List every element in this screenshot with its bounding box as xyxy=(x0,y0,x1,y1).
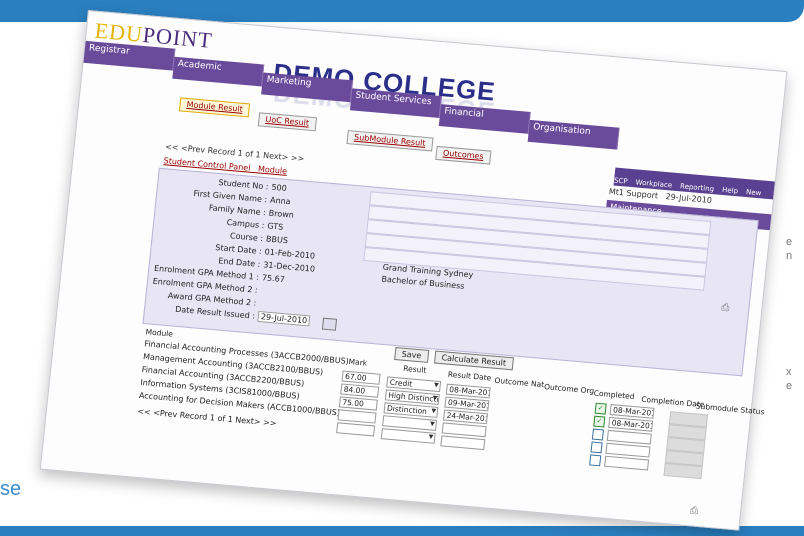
field-value: GTS xyxy=(266,221,284,232)
link-module[interactable]: Module xyxy=(258,164,288,175)
nav-help[interactable]: Help xyxy=(722,186,739,195)
completed-checkbox[interactable]: ✓ xyxy=(594,402,607,415)
tab-outcomes[interactable]: Outcomes xyxy=(435,145,492,165)
col-header-outcome-nat: Outcome Nat xyxy=(494,375,545,390)
support-date: 29-Jul-2010 xyxy=(665,192,713,206)
completed-checkbox[interactable] xyxy=(591,428,604,441)
nav-reporting[interactable]: Reporting xyxy=(680,182,715,193)
date-result-issued-input[interactable]: 29-Jul-2010 xyxy=(257,310,311,327)
nav-academic[interactable]: Academic xyxy=(172,56,265,87)
mark-input[interactable] xyxy=(337,409,377,424)
tab-submodule-result[interactable]: SubModule Result xyxy=(346,130,434,152)
field-value: 31-Dec-2010 xyxy=(262,260,316,274)
nav-workplace[interactable]: Workplace xyxy=(635,178,672,189)
result-select[interactable] xyxy=(380,428,436,444)
completion-date-input[interactable] xyxy=(604,455,650,471)
col-header-result-date: Result Date xyxy=(447,369,492,383)
field-value: BBUS xyxy=(265,234,289,246)
completed-checkbox[interactable]: ✓ xyxy=(593,415,606,428)
field-value xyxy=(260,286,261,295)
mark-input[interactable]: 84.00 xyxy=(340,383,380,398)
col-header-mark: Mark xyxy=(348,357,368,368)
calendar-icon[interactable] xyxy=(321,317,338,331)
nav-scp[interactable]: SCP xyxy=(614,177,628,186)
mark-input[interactable]: 75.00 xyxy=(338,396,378,411)
nav-organisation[interactable]: Organisation xyxy=(527,119,620,150)
print-icon[interactable]: ⎙ xyxy=(721,302,730,314)
field-value: 75.67 xyxy=(261,273,286,285)
field-value: 500 xyxy=(271,182,288,193)
col-header-result: Result xyxy=(402,363,427,375)
print-icon[interactable]: ⎙ xyxy=(689,505,698,517)
completed-checkbox[interactable] xyxy=(589,454,602,467)
save-button[interactable]: Save xyxy=(394,347,429,363)
nav-student-services[interactable]: Student Services xyxy=(349,88,442,119)
nav-financial[interactable]: Financial xyxy=(438,104,531,134)
submodule-status-field xyxy=(663,462,703,480)
screenshot-scene: EDUPOINT DEMO COLLEGE DEMO COLLEGE Regis… xyxy=(39,10,800,531)
col-header-module: Module xyxy=(145,327,174,339)
completed-checkbox[interactable] xyxy=(590,441,603,454)
mark-input[interactable]: 67.00 xyxy=(341,370,381,385)
mark-input[interactable] xyxy=(336,422,376,437)
field-date-result-issued: Date Result Issued :29-Jul-2010 xyxy=(145,302,311,327)
field-value xyxy=(259,299,260,308)
col-header-outcome-org: Outcome Org xyxy=(543,382,595,396)
field-value: Anna xyxy=(269,195,292,207)
nav-marketing[interactable]: Marketing xyxy=(261,72,354,103)
app-window: EDUPOINT DEMO COLLEGE DEMO COLLEGE Regis… xyxy=(39,10,788,531)
footer-word: se xyxy=(0,478,22,500)
field-value: Brown xyxy=(268,208,295,220)
col-header-completed: Completed xyxy=(593,388,635,402)
result-date-input[interactable] xyxy=(440,435,486,451)
field-value: 01-Feb-2010 xyxy=(264,247,316,261)
